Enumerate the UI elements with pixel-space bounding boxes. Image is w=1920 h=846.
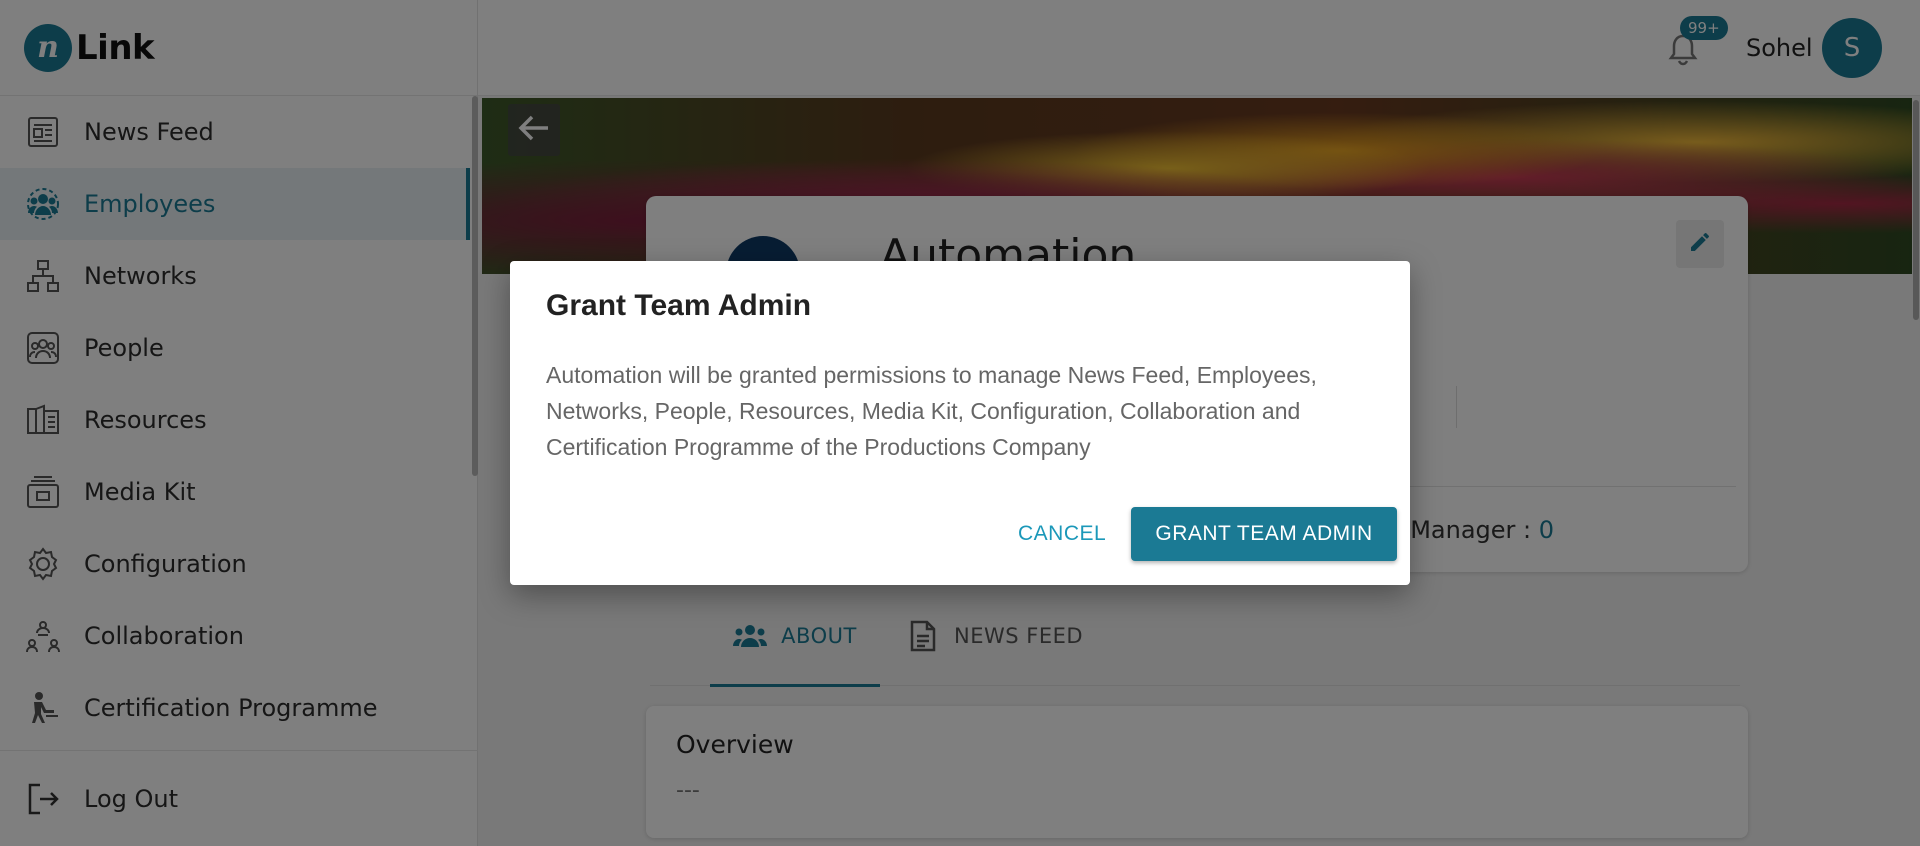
- dialog-message: Automation will be granted permissions t…: [546, 362, 1317, 460]
- cancel-button[interactable]: CANCEL: [1006, 507, 1118, 561]
- grant-team-admin-dialog: Grant Team Admin Automation will be gran…: [510, 261, 1410, 585]
- grant-team-admin-button[interactable]: GRANT TEAM ADMIN: [1131, 507, 1397, 561]
- dialog-title: Grant Team Admin: [546, 289, 812, 322]
